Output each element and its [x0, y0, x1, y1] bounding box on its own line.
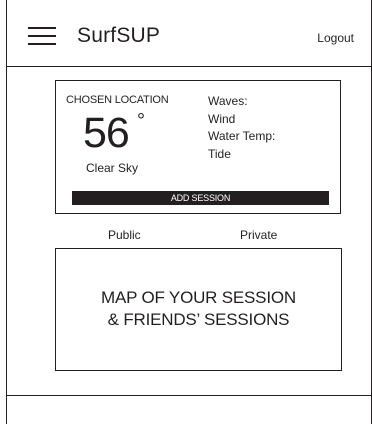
condition-tide: Tide — [208, 146, 231, 161]
condition-waves: Waves: — [208, 94, 248, 108]
weather-card: CHOSEN LOCATION 56 ° Clear Sky Waves: Wi… — [55, 80, 341, 214]
sky-condition: Clear Sky — [86, 161, 139, 175]
chosen-location-label: CHOSEN LOCATION — [66, 94, 169, 106]
footer-divider — [6, 395, 372, 396]
map-text-line-1: MAP OF YOUR SESSION — [101, 288, 296, 307]
app-header: SurfSUP Logout — [6, 0, 372, 67]
hamburger-menu-icon[interactable] — [28, 27, 56, 45]
map-text-line-2: & FRIENDS’ SESSIONS — [107, 310, 290, 329]
surf-conditions-list: Waves: Wind Water Temp: Tide — [208, 94, 275, 164]
tab-private[interactable]: Private — [240, 228, 277, 242]
add-session-button[interactable]: ADD SESSION — [72, 191, 329, 205]
session-map[interactable]: MAP OF YOUR SESSION & FRIENDS’ SESSIONS — [55, 248, 342, 371]
map-placeholder-text: MAP OF YOUR SESSION & FRIENDS’ SESSIONS — [56, 287, 341, 331]
condition-water-temp: Water Temp: — [208, 129, 276, 143]
temperature-value: 56 — [83, 109, 130, 157]
tab-public[interactable]: Public — [108, 228, 141, 242]
logout-link[interactable]: Logout — [317, 31, 354, 45]
menu-icon-bar — [28, 27, 56, 29]
degree-symbol: ° — [137, 110, 145, 132]
menu-icon-bar — [28, 43, 56, 45]
menu-icon-bar — [28, 35, 56, 37]
condition-wind: Wind — [208, 111, 236, 126]
app-title: SurfSUP — [77, 24, 161, 47]
